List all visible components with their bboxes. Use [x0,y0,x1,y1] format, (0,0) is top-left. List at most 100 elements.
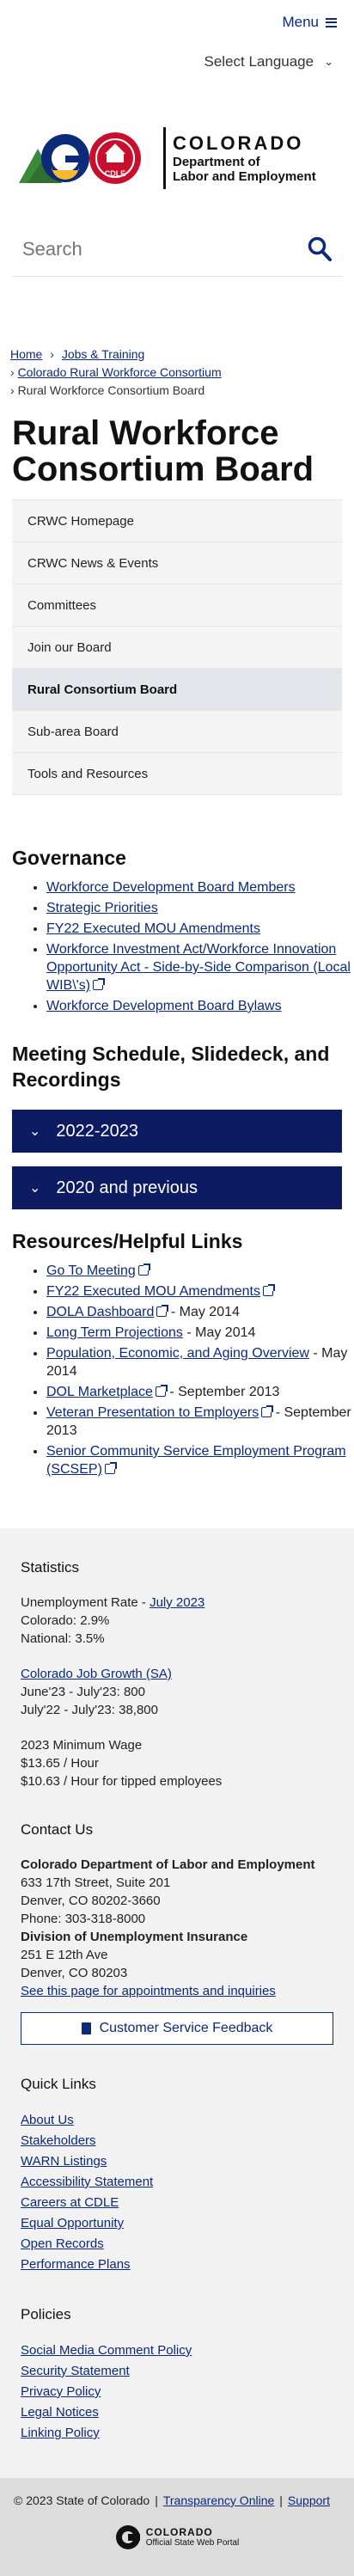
list-item: Workforce Investment Act/Workforce Innov… [46,940,354,994]
external-link-icon [261,1405,274,1417]
policies-list: Social Media Comment Policy Security Sta… [21,2340,333,2444]
sidenav-item-rural-consortium-board[interactable]: Rural Consortium Board [12,669,342,711]
unemployment-link[interactable]: July 2023 [150,1595,204,1610]
search-input[interactable] [22,237,280,260]
resource-link[interactable]: Veteran Presentation to Employers [46,1405,259,1420]
policy-privacy[interactable]: Privacy Policy [21,2382,333,2402]
breadcrumb-separator: › [10,365,18,379]
logo-state-name: COLORADO [173,132,304,154]
external-link-icon [137,1264,150,1276]
resource-link[interactable]: DOL Marketplace [46,1385,153,1399]
governance-link[interactable]: Strategic Priorities [46,901,158,915]
meetings-heading: Meeting Schedule, Slidedeck, and Recordi… [12,1043,330,1091]
document-icon [81,2022,91,2034]
external-link-icon [156,1305,169,1317]
site-logo[interactable]: CDLE COLORADO Department of Labor and Em… [0,112,354,205]
quick-link-warn-listings[interactable]: WARN Listings [21,2151,333,2172]
search-icon[interactable] [308,236,332,262]
resource-link[interactable]: Senior Community Service Employment Prog… [46,1444,346,1477]
support-link[interactable]: Support [288,2493,330,2507]
governance-heading: Governance [12,847,126,869]
list-item: Long Term Projections - May 2014 [46,1324,354,1342]
list-item: FY22 Executed MOU Amendments [46,920,354,938]
hamburger-icon [326,17,337,28]
chevron-down-icon: ⌄ [29,1181,41,1196]
governance-link[interactable]: FY22 Executed MOU Amendments [46,921,260,936]
resource-link[interactable]: DOLA Dashboard [46,1305,154,1319]
contact-phone: Phone: 303-318-8000 [21,1912,146,1926]
state-portal-logo[interactable]: COLORADO Official State Web Portal [14,2524,340,2550]
sidenav-item-join-board[interactable]: Join our Board [12,627,342,669]
list-item: Strategic Priorities [46,899,354,917]
breadcrumb: Home › Jobs & Training › Colorado Rural … [0,277,354,400]
language-selector[interactable]: Select Language ⌄ [0,45,354,79]
list-item: Go To Meeting [46,1262,354,1280]
sidenav-item-tools-resources[interactable]: Tools and Resources [12,753,342,795]
minimum-wage-hourly: $13.65 / Hour [21,1756,99,1771]
logo-dept-line1: Department of [173,155,260,169]
policy-legal-notices[interactable]: Legal Notices [21,2402,333,2423]
quick-link-accessibility[interactable]: Accessibility Statement [21,2172,333,2193]
sidenav-item-crwc-news[interactable]: CRWC News & Events [12,542,342,584]
colorado-c-logo-icon [115,2525,140,2549]
quick-link-open-records[interactable]: Open Records [21,2234,333,2255]
copyright-line: © 2023 State of Colorado | Transparency … [14,2493,330,2507]
breadcrumb-separator: › [10,383,18,397]
governance-link[interactable]: Workforce Development Board Bylaws [46,999,282,1013]
minimum-wage-title: 2023 Minimum Wage [21,1738,143,1753]
job-growth-link[interactable]: Colorado Job Growth (SA) [21,1667,172,1681]
colorado-cdle-logo-icon: CDLE [19,132,141,184]
logo-wordmark: COLORADO Department of Labor and Employm… [163,127,316,189]
list-item: Workforce Development Board Members [46,878,354,896]
external-link-icon [155,1385,168,1397]
accordion-2020-previous[interactable]: ⌄ 2020 and previous [12,1166,342,1209]
resource-link[interactable]: FY22 Executed MOU Amendments [46,1284,260,1299]
unemployment-rate: Unemployment Rate - July 2023 [21,1595,205,1610]
breadcrumb-crwc[interactable]: Colorado Rural Workforce Consortium [18,365,222,379]
policy-linking[interactable]: Linking Policy [21,2423,333,2444]
policies-heading: Policies [21,2306,71,2322]
quick-link-about-us[interactable]: About Us [21,2110,333,2131]
policy-social-media[interactable]: Social Media Comment Policy [21,2340,333,2361]
accordion-label: 2022-2023 [56,1121,139,1141]
appointments-link[interactable]: See this page for appointments and inqui… [21,1984,276,1998]
portal-state-name: COLORADO [145,2525,213,2538]
portal-subtitle: Official State Web Portal [145,2537,240,2548]
sidenav-item-crwc-homepage[interactable]: CRWC Homepage [12,500,342,542]
quick-link-stakeholders[interactable]: Stakeholders [21,2131,333,2151]
resources-heading: Resources/Helpful Links [12,1230,243,1252]
quick-links-heading: Quick Links [21,2076,96,2092]
external-link-icon [263,1284,275,1296]
language-label: Select Language [204,53,314,70]
site-footer: Statistics Unemployment Rate - July 2023… [0,1528,354,2478]
policy-security[interactable]: Security Statement [21,2361,333,2382]
quick-link-performance-plans[interactable]: Performance Plans [21,2255,333,2275]
sidenav-item-sub-area-board[interactable]: Sub-area Board [12,711,342,753]
sidenav: CRWC Homepage CRWC News & Events Committ… [12,499,342,795]
minimum-wage-tipped: $10.63 / Hour for tipped employees [21,1774,223,1789]
contact-city-ui: Denver, CO 80203 [21,1966,128,1980]
logo-dept-line2: Labor and Employment [173,169,316,184]
accordion-2022-2023[interactable]: ⌄ 2022-2023 [12,1110,342,1153]
resource-link[interactable]: Go To Meeting [46,1264,136,1278]
job-growth-month: June'23 - July'23: 800 [21,1685,145,1699]
resource-link[interactable]: Long Term Projections [46,1325,183,1340]
customer-feedback-button[interactable]: Customer Service Feedback [21,2012,333,2045]
resource-link[interactable]: Population, Economic, and Aging Overview [46,1346,309,1361]
resource-date: - May 2014 [167,1305,240,1319]
feedback-label: Customer Service Feedback [99,2021,273,2035]
list-item: DOLA Dashboard - May 2014 [46,1303,354,1321]
sidenav-item-committees[interactable]: Committees [12,584,342,627]
quick-link-equal-opportunity[interactable]: Equal Opportunity [21,2213,333,2234]
governance-list: Workforce Development Board Members Stra… [46,878,354,1015]
copyright-text: © 2023 State of Colorado [14,2493,150,2507]
quick-link-careers[interactable]: Careers at CDLE [21,2193,333,2213]
breadcrumb-home[interactable]: Home [10,347,42,361]
breadcrumb-jobs-training[interactable]: Jobs & Training [62,347,145,361]
governance-link[interactable]: Workforce Development Board Members [46,880,296,895]
menu-button[interactable]: Menu [282,14,337,31]
menu-label: Menu [282,14,319,30]
contact-address-ui: 251 E 12th Ave [21,1948,108,1962]
list-item: Senior Community Service Employment Prog… [46,1442,354,1478]
transparency-link[interactable]: Transparency Online [163,2493,274,2507]
